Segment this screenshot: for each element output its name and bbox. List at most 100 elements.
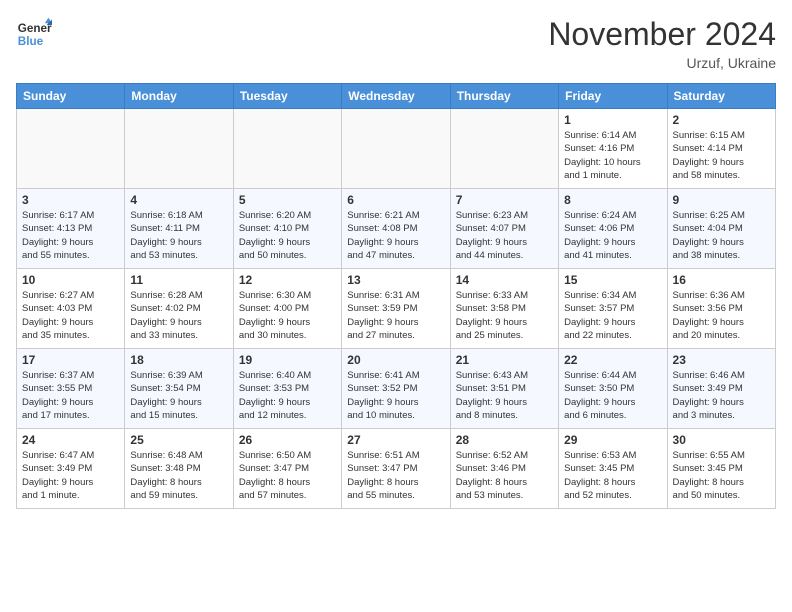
day-number: 11 xyxy=(130,273,227,287)
day-info: Sunrise: 6:50 AM Sunset: 3:47 PM Dayligh… xyxy=(239,449,336,502)
day-number: 3 xyxy=(22,193,119,207)
month-title: November 2024 xyxy=(548,16,776,53)
day-info: Sunrise: 6:53 AM Sunset: 3:45 PM Dayligh… xyxy=(564,449,661,502)
day-info: Sunrise: 6:33 AM Sunset: 3:58 PM Dayligh… xyxy=(456,289,553,342)
day-number: 18 xyxy=(130,353,227,367)
calendar-cell: 20Sunrise: 6:41 AM Sunset: 3:52 PM Dayli… xyxy=(342,349,450,429)
day-number: 28 xyxy=(456,433,553,447)
day-info: Sunrise: 6:37 AM Sunset: 3:55 PM Dayligh… xyxy=(22,369,119,422)
day-info: Sunrise: 6:15 AM Sunset: 4:14 PM Dayligh… xyxy=(673,129,770,182)
week-row-2: 3 Sunrise: 6:17 AM Sunset: 4:13 PM Daylig… xyxy=(17,189,776,269)
day-info: Sunrise: 6:34 AM Sunset: 3:57 PM Dayligh… xyxy=(564,289,661,342)
calendar-cell: 14 Sunrise: 6:33 AM Sunset: 3:58 PM Dayli… xyxy=(450,269,558,349)
location: Urzuf, Ukraine xyxy=(548,55,776,71)
calendar-cell: 2 Sunrise: 6:15 AM Sunset: 4:14 PM Daylig… xyxy=(667,109,775,189)
day-number: 24 xyxy=(22,433,119,447)
day-number: 23 xyxy=(673,353,770,367)
day-info: Sunrise: 6:23 AM Sunset: 4:07 PM Dayligh… xyxy=(456,209,553,262)
day-info: Sunrise: 6:55 AM Sunset: 3:45 PM Dayligh… xyxy=(673,449,770,502)
day-number: 10 xyxy=(22,273,119,287)
day-info: Sunrise: 6:47 AM Sunset: 3:49 PM Dayligh… xyxy=(22,449,119,502)
day-info: Sunrise: 6:28 AM Sunset: 4:02 PM Dayligh… xyxy=(130,289,227,342)
week-row-4: 17 Sunrise: 6:37 AM Sunset: 3:55 PM Dayli… xyxy=(17,349,776,429)
day-info: Sunrise: 6:18 AM Sunset: 4:11 PM Dayligh… xyxy=(130,209,227,262)
week-row-5: 24 Sunrise: 6:47 AM Sunset: 3:49 PM Dayli… xyxy=(17,429,776,509)
calendar-cell: 3 Sunrise: 6:17 AM Sunset: 4:13 PM Daylig… xyxy=(17,189,125,269)
calendar-cell: 18Sunrise: 6:39 AM Sunset: 3:54 PM Dayli… xyxy=(125,349,233,429)
calendar-cell xyxy=(125,109,233,189)
day-number: 14 xyxy=(456,273,553,287)
day-info: Sunrise: 6:41 AM Sunset: 3:52 PM Dayligh… xyxy=(347,369,444,422)
weekday-header-wednesday: Wednesday xyxy=(342,84,450,109)
calendar-cell: 1 Sunrise: 6:14 AM Sunset: 4:16 PM Daylig… xyxy=(559,109,667,189)
day-number: 26 xyxy=(239,433,336,447)
calendar-table: SundayMondayTuesdayWednesdayThursdayFrid… xyxy=(16,83,776,509)
calendar-cell: 13Sunrise: 6:31 AM Sunset: 3:59 PM Dayli… xyxy=(342,269,450,349)
day-number: 17 xyxy=(22,353,119,367)
calendar-cell xyxy=(17,109,125,189)
calendar-cell xyxy=(233,109,341,189)
day-number: 16 xyxy=(673,273,770,287)
weekday-header-saturday: Saturday xyxy=(667,84,775,109)
day-number: 9 xyxy=(673,193,770,207)
day-info: Sunrise: 6:14 AM Sunset: 4:16 PM Dayligh… xyxy=(564,129,661,182)
day-info: Sunrise: 6:27 AM Sunset: 4:03 PM Dayligh… xyxy=(22,289,119,342)
day-number: 1 xyxy=(564,113,661,127)
day-number: 15 xyxy=(564,273,661,287)
day-info: Sunrise: 6:36 AM Sunset: 3:56 PM Dayligh… xyxy=(673,289,770,342)
day-info: Sunrise: 6:40 AM Sunset: 3:53 PM Dayligh… xyxy=(239,369,336,422)
calendar-cell: 5 Sunrise: 6:20 AM Sunset: 4:10 PM Daylig… xyxy=(233,189,341,269)
day-info: Sunrise: 6:24 AM Sunset: 4:06 PM Dayligh… xyxy=(564,209,661,262)
day-number: 13 xyxy=(347,273,444,287)
day-number: 6 xyxy=(347,193,444,207)
day-info: Sunrise: 6:25 AM Sunset: 4:04 PM Dayligh… xyxy=(673,209,770,262)
day-number: 4 xyxy=(130,193,227,207)
day-info: Sunrise: 6:30 AM Sunset: 4:00 PM Dayligh… xyxy=(239,289,336,342)
calendar-cell: 27 Sunrise: 6:51 AM Sunset: 3:47 PM Dayli… xyxy=(342,429,450,509)
calendar-cell: 29Sunrise: 6:53 AM Sunset: 3:45 PM Dayli… xyxy=(559,429,667,509)
calendar-cell: 25 Sunrise: 6:48 AM Sunset: 3:48 PM Dayli… xyxy=(125,429,233,509)
title-block: November 2024 Urzuf, Ukraine xyxy=(548,16,776,71)
day-number: 12 xyxy=(239,273,336,287)
day-info: Sunrise: 6:52 AM Sunset: 3:46 PM Dayligh… xyxy=(456,449,553,502)
calendar-cell: 30 Sunrise: 6:55 AM Sunset: 3:45 PM Dayli… xyxy=(667,429,775,509)
day-info: Sunrise: 6:44 AM Sunset: 3:50 PM Dayligh… xyxy=(564,369,661,422)
calendar-cell: 24 Sunrise: 6:47 AM Sunset: 3:49 PM Dayli… xyxy=(17,429,125,509)
weekday-header-tuesday: Tuesday xyxy=(233,84,341,109)
calendar-cell: 12 Sunrise: 6:30 AM Sunset: 4:00 PM Dayli… xyxy=(233,269,341,349)
day-number: 30 xyxy=(673,433,770,447)
day-info: Sunrise: 6:46 AM Sunset: 3:49 PM Dayligh… xyxy=(673,369,770,422)
day-number: 8 xyxy=(564,193,661,207)
day-number: 21 xyxy=(456,353,553,367)
day-info: Sunrise: 6:21 AM Sunset: 4:08 PM Dayligh… xyxy=(347,209,444,262)
day-number: 22 xyxy=(564,353,661,367)
logo-icon: General Blue xyxy=(16,16,52,52)
day-number: 2 xyxy=(673,113,770,127)
svg-text:Blue: Blue xyxy=(18,35,44,48)
day-number: 25 xyxy=(130,433,227,447)
day-number: 19 xyxy=(239,353,336,367)
day-info: Sunrise: 6:17 AM Sunset: 4:13 PM Dayligh… xyxy=(22,209,119,262)
day-number: 27 xyxy=(347,433,444,447)
calendar-cell: 19 Sunrise: 6:40 AM Sunset: 3:53 PM Dayli… xyxy=(233,349,341,429)
page-header: General Blue November 2024 Urzuf, Ukrain… xyxy=(16,16,776,71)
day-info: Sunrise: 6:48 AM Sunset: 3:48 PM Dayligh… xyxy=(130,449,227,502)
calendar-cell: 17 Sunrise: 6:37 AM Sunset: 3:55 PM Dayli… xyxy=(17,349,125,429)
calendar-cell: 21Sunrise: 6:43 AM Sunset: 3:51 PM Dayli… xyxy=(450,349,558,429)
day-info: Sunrise: 6:20 AM Sunset: 4:10 PM Dayligh… xyxy=(239,209,336,262)
calendar-cell xyxy=(450,109,558,189)
calendar-cell: 8 Sunrise: 6:24 AM Sunset: 4:06 PM Daylig… xyxy=(559,189,667,269)
weekday-header-friday: Friday xyxy=(559,84,667,109)
calendar-cell: 26 Sunrise: 6:50 AM Sunset: 3:47 PM Dayli… xyxy=(233,429,341,509)
calendar-cell: 9 Sunrise: 6:25 AM Sunset: 4:04 PM Daylig… xyxy=(667,189,775,269)
calendar-cell: 23 Sunrise: 6:46 AM Sunset: 3:49 PM Dayli… xyxy=(667,349,775,429)
day-info: Sunrise: 6:51 AM Sunset: 3:47 PM Dayligh… xyxy=(347,449,444,502)
calendar-cell: 28 Sunrise: 6:52 AM Sunset: 3:46 PM Dayli… xyxy=(450,429,558,509)
week-row-1: 1 Sunrise: 6:14 AM Sunset: 4:16 PM Daylig… xyxy=(17,109,776,189)
calendar-header-row: SundayMondayTuesdayWednesdayThursdayFrid… xyxy=(17,84,776,109)
day-number: 5 xyxy=(239,193,336,207)
calendar-cell: 10 Sunrise: 6:27 AM Sunset: 4:03 PM Dayli… xyxy=(17,269,125,349)
calendar-cell: 15 Sunrise: 6:34 AM Sunset: 3:57 PM Dayli… xyxy=(559,269,667,349)
weekday-header-monday: Monday xyxy=(125,84,233,109)
day-number: 7 xyxy=(456,193,553,207)
